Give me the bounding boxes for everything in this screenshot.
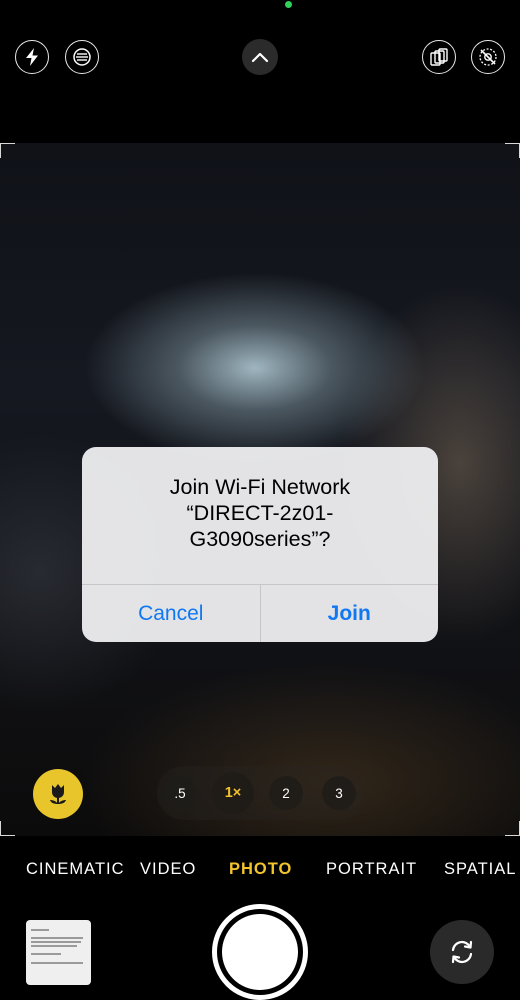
zoom-option-3x[interactable]: 3 bbox=[322, 776, 356, 810]
camera-flip-icon bbox=[451, 940, 473, 964]
frame-corner bbox=[505, 143, 520, 158]
mode-spatial[interactable]: SPATIAL bbox=[444, 860, 516, 879]
macro-button[interactable] bbox=[33, 769, 83, 819]
mode-video[interactable]: VIDEO bbox=[140, 860, 196, 879]
alert-title-line: “DIRECT-2z01- bbox=[186, 501, 334, 525]
flash-icon bbox=[26, 48, 38, 66]
mode-cinematic[interactable]: CINEMATIC bbox=[26, 860, 125, 879]
last-photo-thumbnail[interactable] bbox=[26, 920, 91, 985]
alert-actions: Cancel Join bbox=[82, 584, 438, 642]
zoom-selector: .5 1× 2 3 bbox=[157, 766, 365, 820]
frame-corner bbox=[505, 821, 520, 836]
camera-mode-selector: CINEMATIC VIDEO PHOTO PORTRAIT SPATIAL bbox=[0, 860, 520, 882]
live-photo-icon bbox=[73, 48, 91, 66]
mode-portrait[interactable]: PORTRAIT bbox=[326, 860, 417, 879]
frame-corner bbox=[0, 821, 15, 836]
zoom-option-2x[interactable]: 2 bbox=[269, 776, 303, 810]
zoom-option-0-5x[interactable]: .5 bbox=[163, 776, 197, 810]
chevron-up-icon bbox=[251, 52, 269, 63]
macro-tulip-icon bbox=[50, 784, 66, 804]
flash-button[interactable] bbox=[15, 40, 49, 74]
camera-in-use-indicator bbox=[285, 1, 292, 8]
mode-photo[interactable]: PHOTO bbox=[229, 860, 292, 879]
photographic-styles-button[interactable] bbox=[422, 40, 456, 74]
photographic-styles-icon bbox=[430, 48, 448, 66]
alert-title-line: Join Wi-Fi Network bbox=[169, 475, 351, 499]
live-photo-button[interactable] bbox=[65, 40, 99, 74]
cancel-button[interactable]: Cancel bbox=[82, 585, 260, 642]
live-off-icon bbox=[479, 48, 497, 66]
alert-title: Join Wi-Fi Network “DIRECT-2z01- G3090se… bbox=[102, 474, 418, 552]
flip-camera-button[interactable] bbox=[430, 920, 494, 984]
shutter-inner bbox=[222, 914, 298, 990]
camera-controls-toggle[interactable] bbox=[242, 39, 278, 75]
live-off-button[interactable] bbox=[471, 40, 505, 74]
zoom-option-1x[interactable]: 1× bbox=[212, 772, 254, 814]
join-button[interactable]: Join bbox=[261, 585, 439, 642]
join-wifi-alert: Join Wi-Fi Network “DIRECT-2z01- G3090se… bbox=[82, 447, 438, 642]
frame-corner bbox=[0, 143, 15, 158]
alert-title-line: G3090series”? bbox=[189, 527, 331, 551]
shutter-button[interactable] bbox=[212, 904, 308, 1000]
